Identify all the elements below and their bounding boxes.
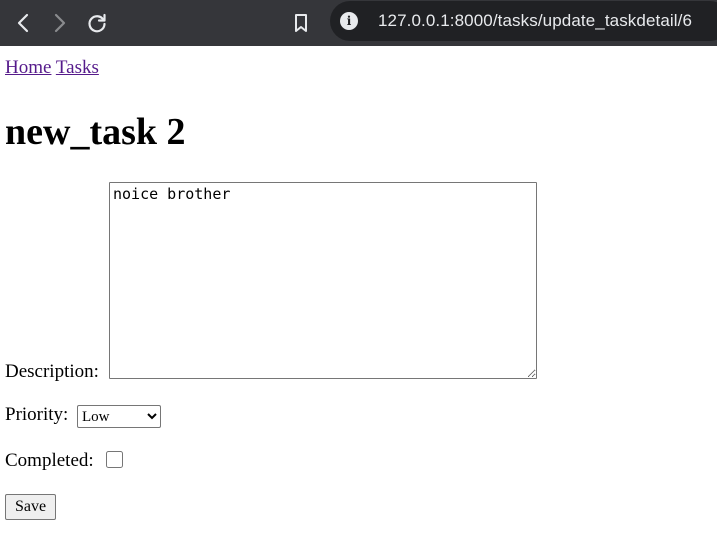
save-button[interactable]: Save	[5, 494, 56, 520]
address-bar[interactable]: i 127.0.0.1:8000/tasks/update_taskdetail…	[330, 1, 717, 41]
back-button[interactable]	[8, 8, 38, 38]
priority-label: Priority:	[5, 404, 69, 425]
reload-button[interactable]	[82, 8, 112, 38]
completed-label: Completed:	[5, 450, 94, 471]
description-label: Description:	[5, 361, 99, 382]
url-text[interactable]: 127.0.0.1:8000/tasks/update_taskdetail/6	[378, 11, 692, 31]
info-icon[interactable]: i	[340, 12, 358, 30]
tasks-link[interactable]: Tasks	[56, 57, 99, 78]
nav-links: Home Tasks	[5, 57, 99, 79]
chevron-left-icon	[17, 13, 29, 33]
bookmark-button[interactable]	[286, 8, 316, 38]
completed-checkbox[interactable]	[106, 451, 123, 468]
home-link[interactable]: Home	[5, 57, 51, 78]
browser-toolbar: i 127.0.0.1:8000/tasks/update_taskdetail…	[0, 0, 717, 46]
priority-select[interactable]: Low	[77, 405, 161, 428]
chevron-right-icon	[54, 13, 66, 33]
bookmark-icon	[295, 14, 307, 32]
description-textarea[interactable]: noice brother	[109, 182, 537, 379]
forward-button[interactable]	[45, 8, 75, 38]
reload-icon	[88, 13, 106, 33]
page-title: new_task 2	[5, 111, 186, 153]
